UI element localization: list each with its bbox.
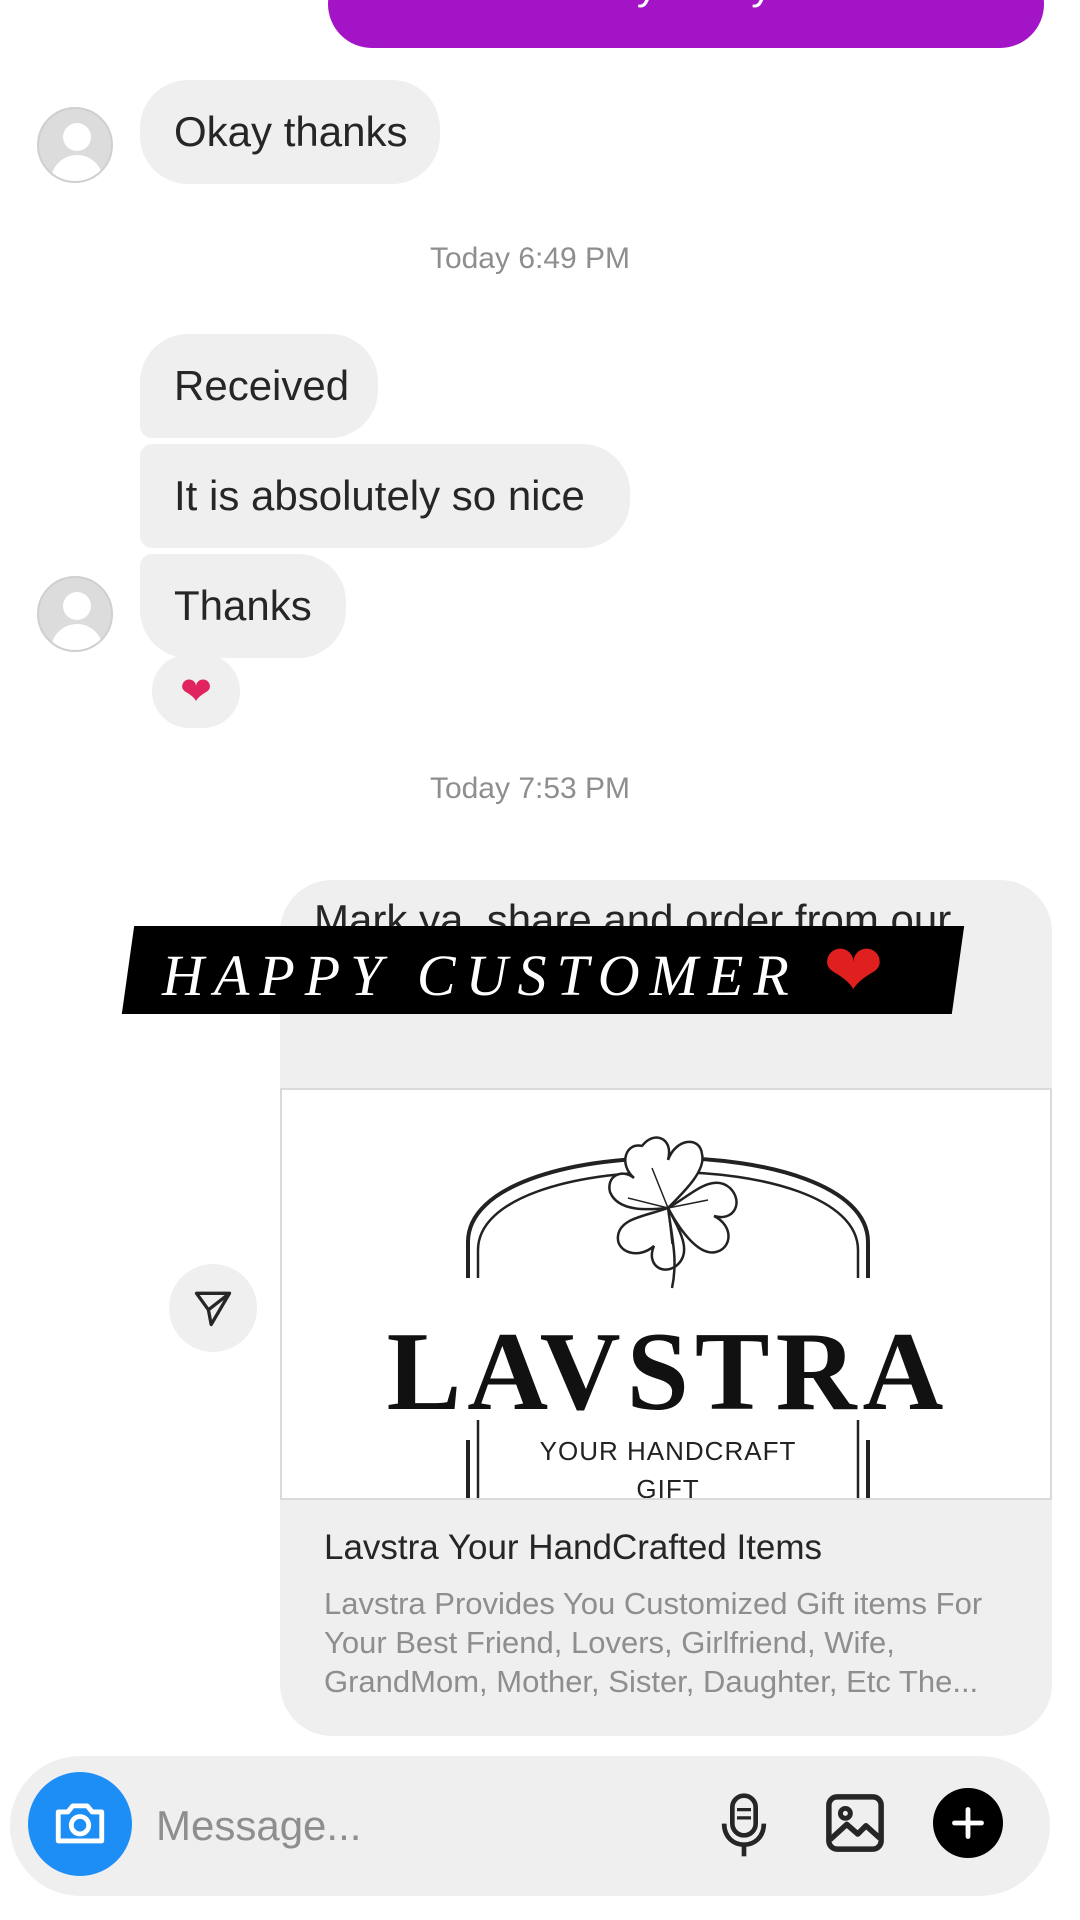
timestamp: Today 7:53 PM	[429, 772, 631, 805]
heart-icon: ❤	[180, 670, 212, 713]
microphone-icon	[721, 1793, 767, 1857]
message-text: Received	[174, 362, 350, 409]
avatar[interactable]	[37, 107, 113, 183]
gallery-icon	[826, 1794, 884, 1852]
brand-logo-text: LAVSTRA	[386, 1310, 950, 1434]
timestamp: Today 6:49 PM	[429, 242, 631, 275]
voice-message-button[interactable]	[710, 1784, 778, 1868]
message-text: Thanks	[174, 582, 312, 629]
plus-icon	[952, 1807, 984, 1839]
camera-icon	[55, 1803, 105, 1844]
banner-text: HAPPY CUSTOMER	[162, 943, 799, 1008]
link-preview-title: Lavstra Your HandCrafted Items	[324, 1528, 823, 1567]
message-input[interactable]	[154, 1790, 698, 1862]
send-icon	[194, 1291, 232, 1327]
camera-button[interactable]	[28, 1772, 132, 1876]
brand-tagline: GIFT	[636, 1474, 700, 1500]
received-message-received[interactable]: Received	[140, 334, 378, 438]
heart-reaction[interactable]: ❤	[152, 654, 240, 728]
shared-post-image[interactable]: LAVSTRA YOUR HANDCRAFT GIFT	[280, 1088, 1052, 1500]
more-options-button[interactable]	[933, 1788, 1003, 1858]
received-message-okay[interactable]: Okay thanks	[140, 80, 440, 184]
message-text: Okay thanks	[174, 108, 408, 155]
avatar[interactable]	[37, 576, 113, 652]
link-preview-description: Lavstra Provides You Customized Gift ite…	[324, 1586, 983, 1699]
banner-caption: HAPPY CUSTOMER ❤	[162, 926, 884, 1014]
share-button[interactable]	[169, 1264, 257, 1352]
message-text: It is absolutely so nice	[174, 472, 585, 519]
brand-tagline: YOUR HANDCRAFT	[539, 1436, 797, 1466]
gallery-button[interactable]	[820, 1788, 890, 1858]
received-message-thanks[interactable]: Thanks	[140, 554, 346, 658]
sent-message-text: You receive by today or tomorrow	[384, 0, 1008, 8]
sent-message-bubble[interactable]: You receive by today or tomorrow	[328, 0, 1044, 48]
heart-icon: ❤	[823, 931, 884, 1011]
received-message-nice[interactable]: It is absolutely so nice	[140, 444, 630, 548]
